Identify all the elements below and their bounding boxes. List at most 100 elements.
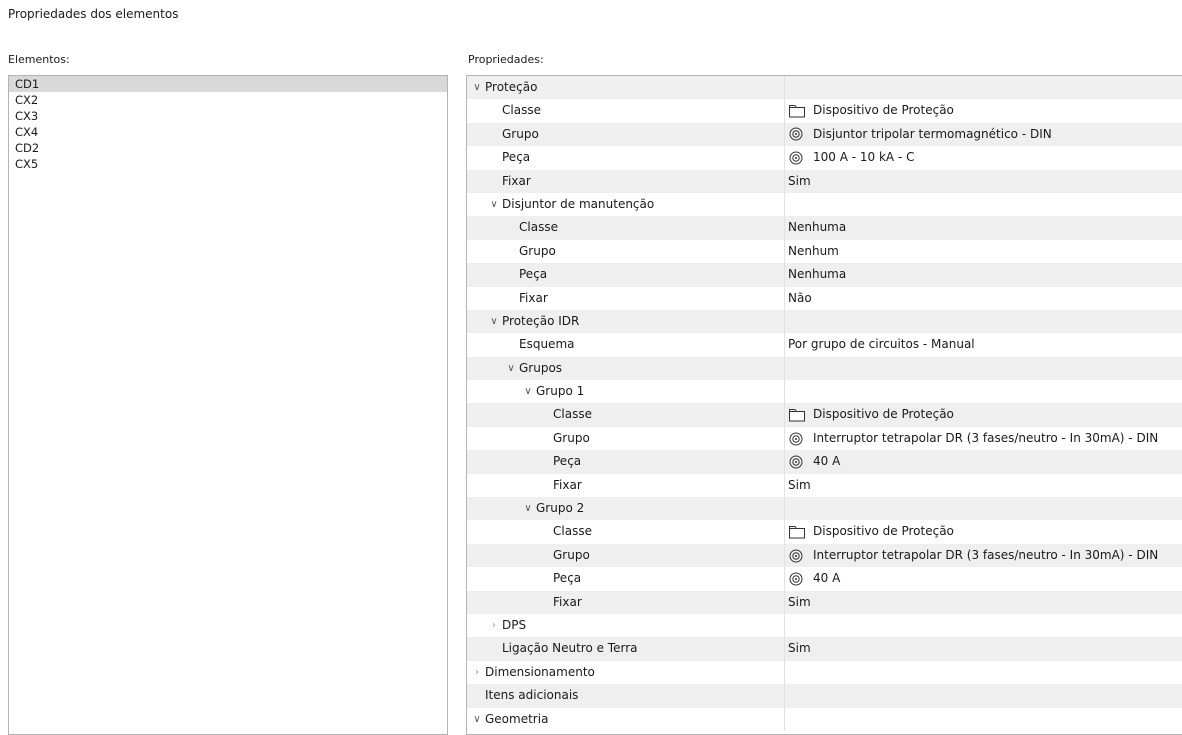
property-value-cell[interactable]: Disjuntor tripolar termomagnético - DIN xyxy=(785,123,1182,146)
property-row[interactable]: Peça 40 A xyxy=(467,567,1182,591)
chevron-right-icon[interactable]: › xyxy=(469,661,485,684)
property-value-cell[interactable]: 40 A xyxy=(785,450,1182,473)
property-value: 40 A xyxy=(813,571,841,586)
property-name-cell: ∨ Grupo 1 xyxy=(467,380,785,404)
property-group-row[interactable]: ∨ Grupos xyxy=(467,356,1182,381)
property-value: Por grupo de circuitos - Manual xyxy=(788,337,975,352)
property-row[interactable]: Fixar Sim xyxy=(467,473,1182,498)
property-name-cell: Classe xyxy=(467,99,785,123)
property-value-cell[interactable]: Não xyxy=(785,287,1182,310)
property-value: Não xyxy=(788,290,812,305)
property-name: Grupo xyxy=(553,430,590,445)
element-item[interactable]: CX2 xyxy=(9,92,447,108)
target-icon xyxy=(788,549,806,563)
property-value-cell xyxy=(785,310,1182,333)
property-row[interactable]: Peça Nenhuma xyxy=(467,263,1182,287)
target-icon xyxy=(788,151,806,165)
property-name-cell: ∨ Grupo 2 xyxy=(467,497,785,521)
property-row[interactable]: Classe Nenhuma xyxy=(467,216,1182,240)
property-name: Classe xyxy=(553,524,592,539)
property-group-row[interactable]: ∨ Geometria xyxy=(467,707,1182,731)
element-item[interactable]: CX3 xyxy=(9,108,447,124)
element-item[interactable]: CD1 xyxy=(9,76,447,92)
chevron-down-icon[interactable]: ∨ xyxy=(486,193,502,216)
chevron-down-icon[interactable]: ∨ xyxy=(520,380,536,403)
property-value-cell[interactable]: Nenhuma xyxy=(785,263,1182,286)
property-name: Fixar xyxy=(553,594,582,609)
chevron-down-icon[interactable]: ∨ xyxy=(486,310,502,333)
chevron-down-icon[interactable]: ∨ xyxy=(503,357,519,380)
property-row[interactable]: Fixar Sim xyxy=(467,169,1182,193)
chevron-down-icon[interactable]: ∨ xyxy=(520,497,536,520)
property-row[interactable]: Fixar Sim xyxy=(467,590,1182,614)
property-row[interactable]: Ligação Neutro e Terra Sim xyxy=(467,637,1182,661)
property-value-cell[interactable]: 100 A - 10 kA - C xyxy=(785,146,1182,169)
property-value-cell xyxy=(785,357,1182,380)
property-name: Fixar xyxy=(502,173,531,188)
target-icon xyxy=(788,572,806,586)
property-row[interactable]: Peça 40 A xyxy=(467,450,1182,474)
property-value-cell[interactable]: Sim xyxy=(785,591,1182,614)
property-value-cell[interactable]: Dispositivo de Proteção xyxy=(785,403,1182,426)
property-row[interactable]: Grupo Disjuntor tripolar termomagnético -… xyxy=(467,122,1182,147)
property-name-cell: Fixar xyxy=(467,473,785,498)
property-group-row[interactable]: ∨ Proteção xyxy=(467,76,1182,100)
property-value-cell[interactable]: Nenhum xyxy=(785,240,1182,263)
property-group-row[interactable]: › Dimensionamento xyxy=(467,660,1182,685)
property-value-cell[interactable]: Interruptor tetrapolar DR (3 fases/neutr… xyxy=(785,427,1182,450)
property-row[interactable]: Grupo Interruptor tetrapolar DR (3 fases/… xyxy=(467,426,1182,451)
property-row[interactable]: Classe Dispositivo de Proteção xyxy=(467,99,1182,123)
property-name-cell: Fixar xyxy=(467,286,785,310)
property-value-cell xyxy=(785,661,1182,684)
property-value-cell[interactable]: 40 A xyxy=(785,567,1182,590)
property-name: Classe xyxy=(519,220,558,235)
target-icon xyxy=(788,127,806,141)
property-group-row[interactable]: › DPS xyxy=(467,613,1182,638)
property-row[interactable]: Itens adicionais xyxy=(467,684,1182,708)
target-icon xyxy=(788,455,806,469)
property-name: Fixar xyxy=(553,477,582,492)
property-value: Interruptor tetrapolar DR (3 fases/neutr… xyxy=(813,430,1159,445)
property-row[interactable]: Grupo Nenhum xyxy=(467,239,1182,264)
property-group-row[interactable]: ∨ Grupo 1 xyxy=(467,380,1182,404)
property-row[interactable]: Esquema Por grupo de circuitos - Manual xyxy=(467,333,1182,357)
property-group-row[interactable]: ∨ Proteção IDR xyxy=(467,309,1182,334)
property-value-cell[interactable]: Dispositivo de Proteção xyxy=(785,520,1182,543)
property-name-cell: Peça xyxy=(467,146,785,170)
property-value: Sim xyxy=(788,641,811,656)
property-value-cell[interactable]: Sim xyxy=(785,170,1182,193)
property-name: Proteção IDR xyxy=(502,313,580,328)
property-name: Ligação Neutro e Terra xyxy=(502,641,638,656)
property-name-cell: Grupo xyxy=(467,122,785,147)
property-value-cell[interactable]: Nenhuma xyxy=(785,216,1182,239)
property-value-cell xyxy=(785,76,1182,99)
property-value-cell[interactable]: Por grupo de circuitos - Manual xyxy=(785,333,1182,356)
property-value-cell[interactable]: Dispositivo de Proteção xyxy=(785,99,1182,122)
property-row[interactable]: Classe Dispositivo de Proteção xyxy=(467,520,1182,544)
chevron-right-icon[interactable]: › xyxy=(486,614,502,637)
chevron-down-icon[interactable]: ∨ xyxy=(469,76,485,99)
property-row[interactable]: Classe Dispositivo de Proteção xyxy=(467,403,1182,427)
element-item[interactable]: CX4 xyxy=(9,124,447,140)
element-item[interactable]: CD2 xyxy=(9,140,447,156)
property-name: Peça xyxy=(553,454,582,469)
elements-list[interactable]: CD1 CX2 CX3 CX4 CD2 CX5 xyxy=(8,75,448,735)
property-value: Nenhuma xyxy=(788,267,847,282)
property-name: Geometria xyxy=(485,711,549,726)
property-value-cell[interactable]: Interruptor tetrapolar DR (3 fases/neutr… xyxy=(785,544,1182,567)
property-name-cell: Grupo xyxy=(467,543,785,568)
property-value-cell xyxy=(785,708,1182,731)
property-value-cell[interactable]: Sim xyxy=(785,637,1182,660)
properties-grid[interactable]: ∨ Proteção Classe Dispositivo de Proteção Gr… xyxy=(466,75,1182,735)
property-value: Sim xyxy=(788,173,811,188)
property-row[interactable]: Peça 100 A - 10 kA - C xyxy=(467,146,1182,170)
property-group-row[interactable]: ∨ Disjuntor de manutenção xyxy=(467,192,1182,217)
element-item[interactable]: CX5 xyxy=(9,156,447,172)
property-name: DPS xyxy=(502,617,527,632)
chevron-down-icon[interactable]: ∨ xyxy=(469,708,485,731)
property-row[interactable]: Grupo Interruptor tetrapolar DR (3 fases/… xyxy=(467,543,1182,568)
property-name-cell: ∨ Grupos xyxy=(467,356,785,381)
property-value-cell[interactable]: Sim xyxy=(785,474,1182,497)
property-group-row[interactable]: ∨ Grupo 2 xyxy=(467,497,1182,521)
property-row[interactable]: Fixar Não xyxy=(467,286,1182,310)
